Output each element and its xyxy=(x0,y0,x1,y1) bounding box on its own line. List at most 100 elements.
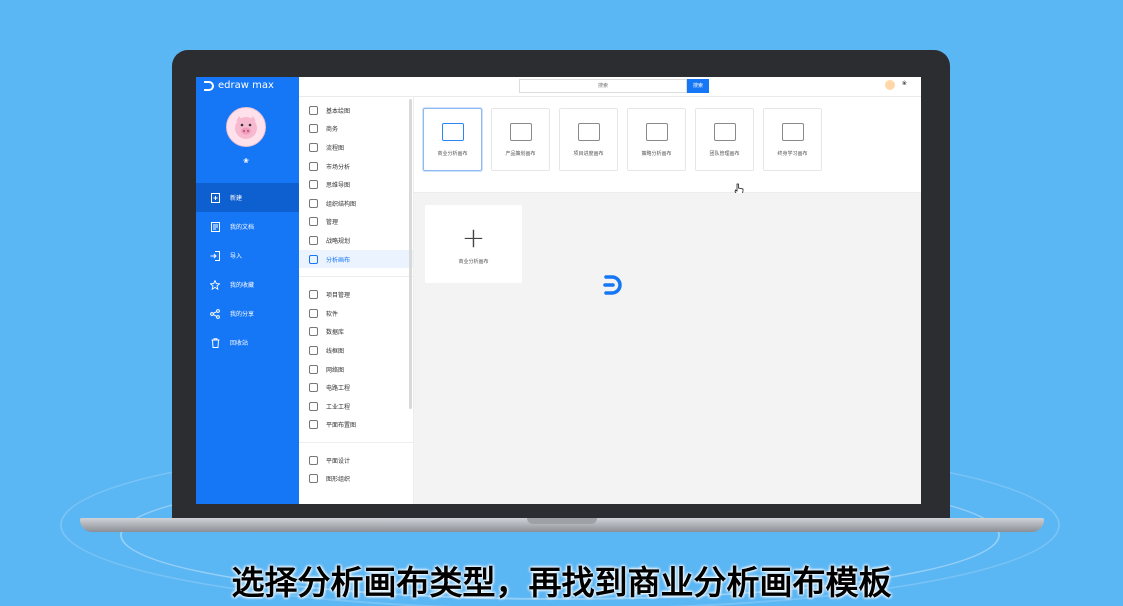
category-market-analysis[interactable]: 市场分析 xyxy=(299,157,413,176)
sidebar-item-new[interactable]: 新建 xyxy=(196,183,299,212)
sidebar-nav: 新建 我的文档 导入 我的收藏 我的分享 回收站 xyxy=(196,183,299,357)
type-card-label: 终身学习画布 xyxy=(777,150,808,157)
business-canvas-icon xyxy=(441,122,464,141)
pig-avatar-icon xyxy=(235,116,257,139)
import-icon xyxy=(210,250,220,261)
type-card-product-plan[interactable]: 产品策划画布 xyxy=(491,108,550,171)
search-input[interactable] xyxy=(519,79,687,93)
type-card-label: 项目进度画布 xyxy=(573,150,604,157)
sidebar-item-label: 我的文档 xyxy=(230,224,255,231)
category-label: 平面布置图 xyxy=(326,422,357,430)
team-icon xyxy=(713,122,736,141)
template-area: + 商业分析画布 xyxy=(414,193,921,504)
database-icon xyxy=(309,327,318,337)
sidebar-item-trash[interactable]: 回收站 xyxy=(196,328,299,357)
user-name-mini: ❀ xyxy=(902,80,908,87)
plus-icon: + xyxy=(461,220,486,254)
type-card-project-progress[interactable]: 项目进度画布 xyxy=(559,108,618,171)
graphic-design-icon xyxy=(309,455,318,465)
sidebar-item-label: 导入 xyxy=(230,253,243,260)
strategy-icon xyxy=(309,235,318,245)
app-window: edraw max ❀ 新建 我的文档 导入 我的收藏 我的分享 回收站 搜索 … xyxy=(196,77,921,504)
market-chart-icon xyxy=(309,161,318,171)
loading-logo-icon xyxy=(603,275,622,295)
category-mindmap[interactable]: 思维导图 xyxy=(299,175,413,194)
category-project-management[interactable]: 项目管理 xyxy=(299,285,413,304)
category-business[interactable]: 商务 xyxy=(299,120,413,139)
canvas-icon xyxy=(309,254,318,264)
type-card-lifelong-learning[interactable]: 终身学习画布 xyxy=(763,108,822,171)
category-label: 电路工程 xyxy=(326,385,351,393)
project-progress-icon xyxy=(577,122,600,141)
edraw-logo-icon xyxy=(204,80,214,91)
blank-template-label: 商业分析画布 xyxy=(458,258,489,265)
category-label: 基本绘图 xyxy=(326,107,351,115)
blank-template-card[interactable]: + 商业分析画布 xyxy=(425,205,522,283)
category-label: 管理 xyxy=(326,219,339,227)
category-divider xyxy=(299,442,413,444)
sidebar-item-my-documents[interactable]: 我的文档 xyxy=(196,212,299,241)
laptop-notch xyxy=(527,518,597,524)
sidebar-item-shared[interactable]: 我的分享 xyxy=(196,299,299,328)
category-divider xyxy=(299,276,413,278)
software-icon xyxy=(309,308,318,318)
category-label: 战略规划 xyxy=(326,237,351,245)
category-basic-drawing[interactable]: 基本绘图 xyxy=(299,101,413,120)
user-avatar-mini[interactable] xyxy=(885,80,895,90)
category-scrollbar[interactable] xyxy=(409,99,412,409)
category-flowchart[interactable]: 流程图 xyxy=(299,138,413,157)
category-label: 数据库 xyxy=(326,329,345,337)
product-plan-icon xyxy=(509,122,532,141)
wireframe-icon xyxy=(309,345,318,355)
type-card-business-canvas[interactable]: 商业分析画布 xyxy=(423,108,482,171)
category-graphic-organizer[interactable]: 图形组织 xyxy=(299,470,413,489)
category-management[interactable]: 管理 xyxy=(299,213,413,232)
trash-icon xyxy=(210,337,220,348)
graphic-organizer-icon xyxy=(309,474,318,484)
category-label: 图形组织 xyxy=(326,476,351,484)
search-button[interactable]: 搜索 xyxy=(687,79,709,93)
category-wireframe[interactable]: 线框图 xyxy=(299,341,413,360)
sidebar-item-label: 我的收藏 xyxy=(230,282,255,289)
category-graphic-design[interactable]: 平面设计 xyxy=(299,451,413,470)
category-label: 项目管理 xyxy=(326,292,351,300)
category-strategy[interactable]: 战略规划 xyxy=(299,231,413,250)
category-label: 市场分析 xyxy=(326,163,351,171)
category-circuit[interactable]: 电路工程 xyxy=(299,378,413,397)
share-icon xyxy=(210,308,220,319)
flowchart-icon xyxy=(309,142,318,152)
category-org-chart[interactable]: 组织结构图 xyxy=(299,194,413,213)
category-industrial[interactable]: 工业工程 xyxy=(299,397,413,416)
category-software[interactable]: 软件 xyxy=(299,304,413,323)
briefcase-icon xyxy=(309,124,318,134)
type-card-strategy-analysis[interactable]: 策略分析画布 xyxy=(627,108,686,171)
sidebar-item-import[interactable]: 导入 xyxy=(196,241,299,270)
category-label: 网络图 xyxy=(326,366,345,374)
user-name: ❀ xyxy=(243,157,249,165)
industrial-icon xyxy=(309,401,318,411)
category-label: 分析画布 xyxy=(326,256,351,264)
category-floorplan[interactable]: 平面布置图 xyxy=(299,416,413,435)
type-card-label: 产品策划画布 xyxy=(505,150,536,157)
org-chart-icon xyxy=(309,198,318,208)
gantt-icon xyxy=(309,290,318,300)
app-logo[interactable]: edraw max xyxy=(204,80,274,91)
management-icon xyxy=(309,217,318,227)
sidebar: edraw max ❀ 新建 我的文档 导入 我的收藏 我的分享 回收站 xyxy=(196,77,299,504)
type-card-label: 商业分析画布 xyxy=(437,150,468,157)
sidebar-item-favorites[interactable]: 我的收藏 xyxy=(196,270,299,299)
category-analysis-canvas[interactable]: 分析画布 xyxy=(299,249,413,269)
category-network[interactable]: 网络图 xyxy=(299,360,413,379)
category-database[interactable]: 数据库 xyxy=(299,323,413,342)
type-card-team-management[interactable]: 团队管理画布 xyxy=(695,108,754,171)
sidebar-item-label: 我的分享 xyxy=(230,311,255,318)
category-label: 商务 xyxy=(326,126,339,134)
strategy-analysis-icon xyxy=(645,122,668,141)
avatar[interactable] xyxy=(226,107,266,147)
type-card-label: 团队管理画布 xyxy=(709,150,740,157)
category-label: 流程图 xyxy=(326,144,345,152)
mindmap-icon xyxy=(309,180,318,190)
sidebar-item-label: 回收站 xyxy=(230,340,249,347)
canvas-type-row: 商业分析画布 产品策划画布 项目进度画布 策略分析画布 团队管理画布 终身学习画… xyxy=(414,97,921,196)
network-icon xyxy=(309,364,318,374)
